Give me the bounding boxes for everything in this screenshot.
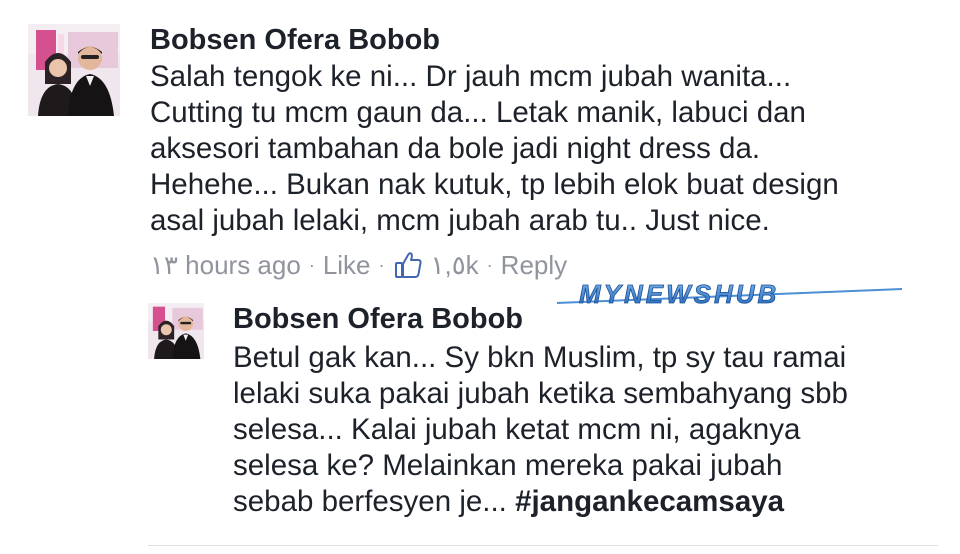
watermark-text: MYNEWSHUB: [579, 281, 779, 309]
reply-text-line: selesa... Kalai jubah ketat mcm ni, agak…: [233, 413, 801, 446]
comment-text-line: Hehehe... Bukan nak kutuk, tp lebih elok…: [150, 168, 839, 201]
like-button[interactable]: Like: [323, 249, 371, 281]
separator: ·: [308, 255, 315, 275]
comment-text-line: Cutting tu mcm gaun da... Letak manik, l…: [150, 96, 806, 129]
comment-text-line: Salah tengok ke ni... Dr jauh mcm jubah …: [150, 60, 792, 93]
avatar[interactable]: [148, 303, 204, 359]
reply-text-line: selesa ke? Melainkan mereka pakai jubah: [233, 449, 783, 482]
reply-author[interactable]: Bobsen Ofera Bobob: [233, 305, 523, 334]
reply-text-line: lelaki suka pakai jubah ketika sembahyan…: [233, 377, 848, 410]
divider: [148, 545, 938, 546]
comment-author[interactable]: Bobsen Ofera Bobob: [150, 26, 440, 55]
separator: ·: [378, 255, 385, 275]
hashtag-link[interactable]: #jangankecamsaya: [515, 485, 784, 518]
comment-timestamp[interactable]: ١٣ hours ago: [150, 249, 301, 281]
reply-text-line-last: sebab berfesyen je... #jangankecamsaya: [233, 484, 848, 520]
reply-text-end: sebab berfesyen je...: [233, 485, 507, 518]
like-count[interactable]: ١,٥k: [431, 249, 479, 281]
reply-text-line: Betul gak kan... Sy bkn Muslim, tp sy ta…: [233, 341, 847, 374]
reply-button[interactable]: Reply: [501, 249, 567, 281]
watermark-logo: MYNEWSHUB: [557, 281, 902, 311]
profile-photo-couple-icon: [148, 303, 204, 359]
thumbs-up-icon[interactable]: [393, 250, 423, 280]
comment-text-line: aksesori tambahan da bole jadi night dre…: [150, 132, 761, 165]
comment-text: Salah tengok ke ni... Dr jauh mcm jubah …: [150, 59, 839, 239]
comment-meta: ١٣ hours ago · Like · ١,٥k · Reply: [150, 249, 567, 281]
avatar[interactable]: [28, 24, 120, 116]
separator: ·: [486, 255, 493, 275]
comment-thread: Bobsen Ofera Bobob Salah tengok ke ni...…: [0, 0, 960, 554]
comment-text-line: asal jubah lelaki, mcm jubah arab tu.. J…: [150, 204, 770, 237]
profile-photo-couple-icon: [28, 24, 120, 116]
reply-text: Betul gak kan... Sy bkn Muslim, tp sy ta…: [233, 340, 848, 520]
